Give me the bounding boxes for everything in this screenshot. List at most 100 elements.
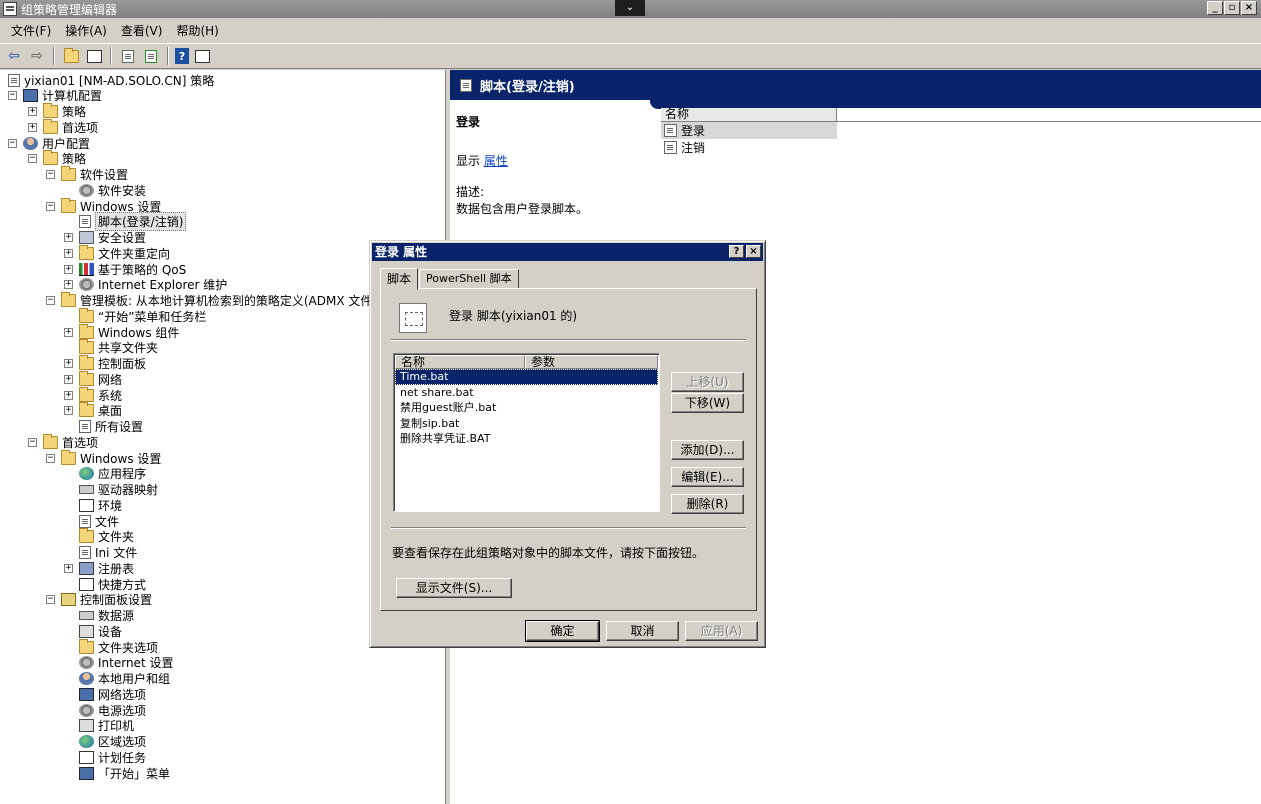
tree-node[interactable]: + Windows 组件 — [64, 323, 179, 340]
edit-button[interactable]: 编辑(E)... — [671, 467, 744, 487]
menu-file[interactable]: 文件(F) — [4, 22, 58, 39]
script-row[interactable]: Time.bat — [395, 369, 658, 385]
script-row[interactable]: 删除共享凭证.BAT — [395, 431, 658, 447]
tree-node[interactable]: − 计算机配置 — [8, 88, 102, 104]
expand-icon[interactable]: + — [64, 233, 73, 242]
tree-node[interactable]: 区域选项 — [64, 734, 146, 750]
tree-node[interactable]: 本地用户和组 — [64, 671, 170, 687]
tree-node[interactable]: − 控制面板设置 — [46, 592, 152, 608]
tree-node[interactable]: “开始”菜单和任务栏 — [64, 307, 206, 324]
tree-node[interactable]: 共享文件夹 — [64, 339, 158, 356]
tree-node[interactable]: 驱动器映射 — [64, 482, 158, 498]
tree-node[interactable]: Ini 文件 — [64, 545, 137, 561]
tree-node[interactable]: 快捷方式 — [64, 576, 146, 592]
tree-node[interactable]: Internet 设置 — [64, 655, 173, 671]
cancel-button[interactable]: 取消 — [606, 621, 679, 641]
tree-node[interactable]: − 管理模板: 从本地计算机检索到的策略定义(ADMX 文件) — [46, 292, 377, 309]
expand-icon[interactable]: + — [64, 248, 73, 258]
tree-node[interactable]: + 网络 — [64, 370, 122, 387]
menu-action[interactable]: 操作(A) — [58, 22, 114, 39]
tree-node[interactable]: 电源选项 — [64, 702, 146, 718]
tree-node[interactable]: + Internet Explorer 维护 — [64, 277, 227, 293]
tree-node[interactable]: 环境 — [64, 497, 122, 513]
collapse-icon[interactable]: − — [46, 453, 55, 463]
tree-node[interactable]: 文件夹 — [64, 528, 134, 545]
properties-icon[interactable] — [118, 46, 138, 66]
tree-node[interactable]: + 控制面板 — [64, 355, 146, 372]
forward-icon[interactable]: ⇨ — [27, 46, 47, 66]
tree-node[interactable]: yixian01 [NM-AD.SOLO.CN] 策略 — [8, 72, 214, 88]
tree-node[interactable]: − Windows 设置 — [46, 449, 161, 466]
tree-node[interactable]: 所有设置 — [64, 419, 143, 435]
collapse-icon[interactable]: − — [28, 437, 37, 447]
collapse-icon[interactable]: − — [46, 201, 55, 211]
tree-node[interactable]: + 桌面 — [64, 402, 122, 419]
minimize-button[interactable]: _ — [1207, 1, 1223, 15]
tree-node[interactable]: 网络选项 — [64, 686, 146, 702]
dialog-help-button[interactable]: ? — [729, 245, 744, 258]
properties-link[interactable]: 属性 — [484, 154, 508, 168]
scripts-list[interactable]: 名称 参数 Time.bat net share.bat 禁用guest账户.b… — [393, 353, 660, 512]
expand-icon[interactable]: + — [64, 280, 73, 290]
script-row[interactable]: 复制sip.bat — [395, 416, 658, 432]
expand-icon[interactable]: + — [28, 107, 37, 116]
expand-icon[interactable]: + — [64, 374, 73, 384]
script-row[interactable]: net share.bat — [395, 385, 658, 401]
collapse-icon[interactable]: − — [46, 296, 55, 305]
column-header-name[interactable]: 名称 — [661, 108, 837, 122]
tree-node[interactable]: 设备 — [64, 623, 122, 639]
restore-button[interactable]: ▫ — [1224, 1, 1240, 15]
expand-icon[interactable]: + — [64, 359, 73, 368]
show-files-button[interactable]: 显示文件(S)... — [396, 578, 512, 598]
show-tree-icon[interactable] — [84, 46, 104, 66]
menu-help[interactable]: 帮助(H) — [169, 22, 225, 39]
script-row[interactable]: 禁用guest账户.bat — [395, 400, 658, 416]
collapse-icon[interactable]: − — [46, 170, 55, 179]
tree-node[interactable]: − 用户配置 — [8, 135, 90, 151]
tree-node[interactable]: − 首选项 — [28, 433, 98, 450]
tree-node[interactable]: + 系统 — [64, 386, 122, 403]
menu-view[interactable]: 查看(V) — [114, 22, 170, 39]
show-action-pane-icon[interactable] — [192, 46, 212, 66]
apply-button[interactable]: 应用(A) — [685, 621, 758, 641]
column-header-params[interactable]: 参数 — [525, 355, 658, 369]
back-icon[interactable]: ⇦ — [4, 46, 24, 66]
tree-node[interactable]: + 策略 — [28, 103, 86, 120]
expand-icon[interactable]: + — [64, 327, 73, 337]
tree-node[interactable]: 文件夹选项 — [64, 638, 158, 655]
tree-node[interactable]: 应用程序 — [64, 466, 146, 482]
tab-scripts[interactable]: 脚本 — [380, 268, 419, 290]
list-item-logon[interactable]: 登录 — [661, 122, 837, 139]
collapse-icon[interactable]: − — [8, 138, 17, 148]
up-icon[interactable] — [61, 46, 81, 66]
export-icon[interactable] — [141, 46, 161, 66]
tree-node[interactable]: − 软件设置 — [46, 166, 128, 183]
dialog-close-button[interactable]: × — [746, 245, 761, 258]
expand-icon[interactable]: + — [28, 122, 37, 132]
tree-node[interactable]: + 基于策略的 QoS — [64, 261, 186, 277]
tree-node[interactable]: + 安全设置 — [64, 230, 146, 246]
tree-node[interactable]: 脚本(登录/注销) — [64, 212, 187, 232]
tree-node[interactable]: − 策略 — [28, 150, 86, 167]
tree-node[interactable]: 文件 — [64, 513, 119, 529]
tree-node[interactable]: 数据源 — [64, 608, 134, 624]
tree-node[interactable]: + 注册表 — [64, 560, 134, 576]
ok-button[interactable]: 确定 — [525, 620, 600, 642]
tree-node[interactable]: + 文件夹重定向 — [64, 244, 170, 261]
tree-node[interactable]: 「开始」菜单 — [64, 765, 170, 781]
expand-icon[interactable]: + — [64, 390, 73, 400]
move-down-button[interactable]: 下移(W) — [671, 393, 744, 413]
column-header-name[interactable]: 名称 — [395, 355, 525, 369]
collapse-icon[interactable]: − — [28, 154, 37, 164]
tree-node[interactable]: + 首选项 — [28, 118, 98, 135]
expand-icon[interactable]: + — [64, 264, 73, 274]
tab-powershell-scripts[interactable]: PowerShell 脚本 — [419, 269, 519, 289]
add-button[interactable]: 添加(D)... — [671, 440, 744, 460]
list-item-logoff[interactable]: 注销 — [661, 139, 1261, 156]
expand-icon[interactable]: + — [64, 406, 73, 416]
collapse-icon[interactable]: − — [8, 91, 17, 101]
move-up-button[interactable]: 上移(U) — [671, 372, 744, 392]
chevron-down-icon[interactable]: ⌄ — [615, 0, 645, 16]
close-button[interactable]: × — [1241, 1, 1257, 15]
tree-node[interactable]: 计划任务 — [64, 749, 146, 765]
